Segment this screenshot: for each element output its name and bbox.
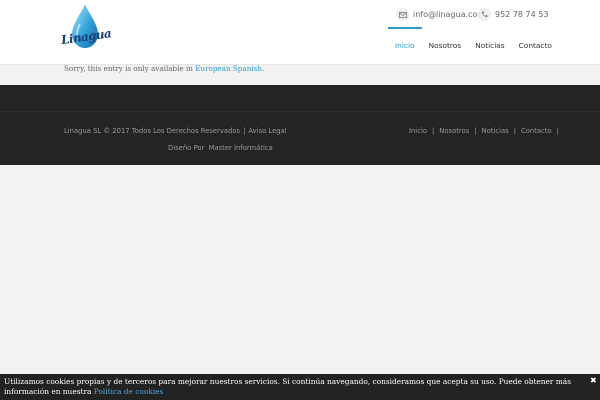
email-text: info@linagua.com bbox=[413, 10, 486, 19]
footer-nav-inicio[interactable]: Inicio bbox=[409, 127, 427, 135]
envelope-icon bbox=[396, 8, 409, 21]
cookie-message: Utilizamos cookies propias y de terceros… bbox=[4, 377, 572, 396]
footer-nav-separator: | bbox=[474, 127, 477, 135]
footer-separator: | bbox=[243, 127, 246, 135]
notice-suffix: . bbox=[261, 64, 265, 73]
site-logo[interactable]: Linagua bbox=[60, 2, 112, 58]
designer-link[interactable]: Master Informática bbox=[209, 144, 273, 152]
footer-nav-separator: | bbox=[556, 127, 559, 135]
nav-item-contacto[interactable]: Contacto bbox=[512, 37, 559, 55]
footer-nav-separator: | bbox=[432, 127, 435, 135]
footer-nav-noticias[interactable]: Noticias bbox=[482, 127, 509, 135]
footer-nav-contacto[interactable]: Contacto bbox=[521, 127, 552, 135]
site-footer: Linagua SL © 2017 Todos Los Derechos Res… bbox=[0, 85, 600, 165]
cookie-text-block: Utilizamos cookies propias y de terceros… bbox=[4, 377, 589, 397]
footer-design-credit: Diseño Por Master Informática bbox=[168, 144, 273, 152]
design-label: Diseño Por bbox=[168, 144, 205, 152]
copyright-text: Linagua SL © 2017 Todos Los Derechos Res… bbox=[64, 127, 241, 135]
contact-phone[interactable]: 952 78 74 53 bbox=[478, 8, 548, 21]
footer-nav: Inicio | Nosotros | Noticias | Contacto … bbox=[409, 127, 564, 135]
nav-item-nosotros[interactable]: Nosotros bbox=[422, 37, 469, 55]
european-spanish-link[interactable]: European Spanish bbox=[195, 64, 262, 73]
notice-text: Sorry, this entry is only available in bbox=[64, 64, 193, 73]
nav-item-noticias[interactable]: Noticias bbox=[468, 37, 512, 55]
phone-icon bbox=[478, 8, 491, 21]
aviso-legal-link[interactable]: Aviso Legal bbox=[248, 127, 286, 135]
footer-copyright: Linagua SL © 2017 Todos Los Derechos Res… bbox=[64, 127, 287, 135]
close-icon[interactable]: ✖ bbox=[590, 376, 597, 386]
footer-nav-nosotros[interactable]: Nosotros bbox=[439, 127, 469, 135]
footer-divider bbox=[0, 111, 600, 112]
language-notice: Sorry, this entry is only available in E… bbox=[64, 64, 544, 84]
cookie-policy-link[interactable]: Política de cookies bbox=[94, 387, 164, 396]
site-header: Linagua info@linagua.com 952 78 74 53 In… bbox=[0, 0, 600, 65]
nav-item-inicio[interactable]: Inicio bbox=[388, 27, 422, 55]
cookie-banner: Utilizamos cookies propias y de terceros… bbox=[0, 374, 600, 400]
footer-nav-separator: | bbox=[513, 127, 516, 135]
phone-text: 952 78 74 53 bbox=[495, 10, 549, 19]
main-nav: Inicio Nosotros Noticias Contacto bbox=[388, 27, 559, 64]
contact-email[interactable]: info@linagua.com bbox=[396, 8, 485, 21]
